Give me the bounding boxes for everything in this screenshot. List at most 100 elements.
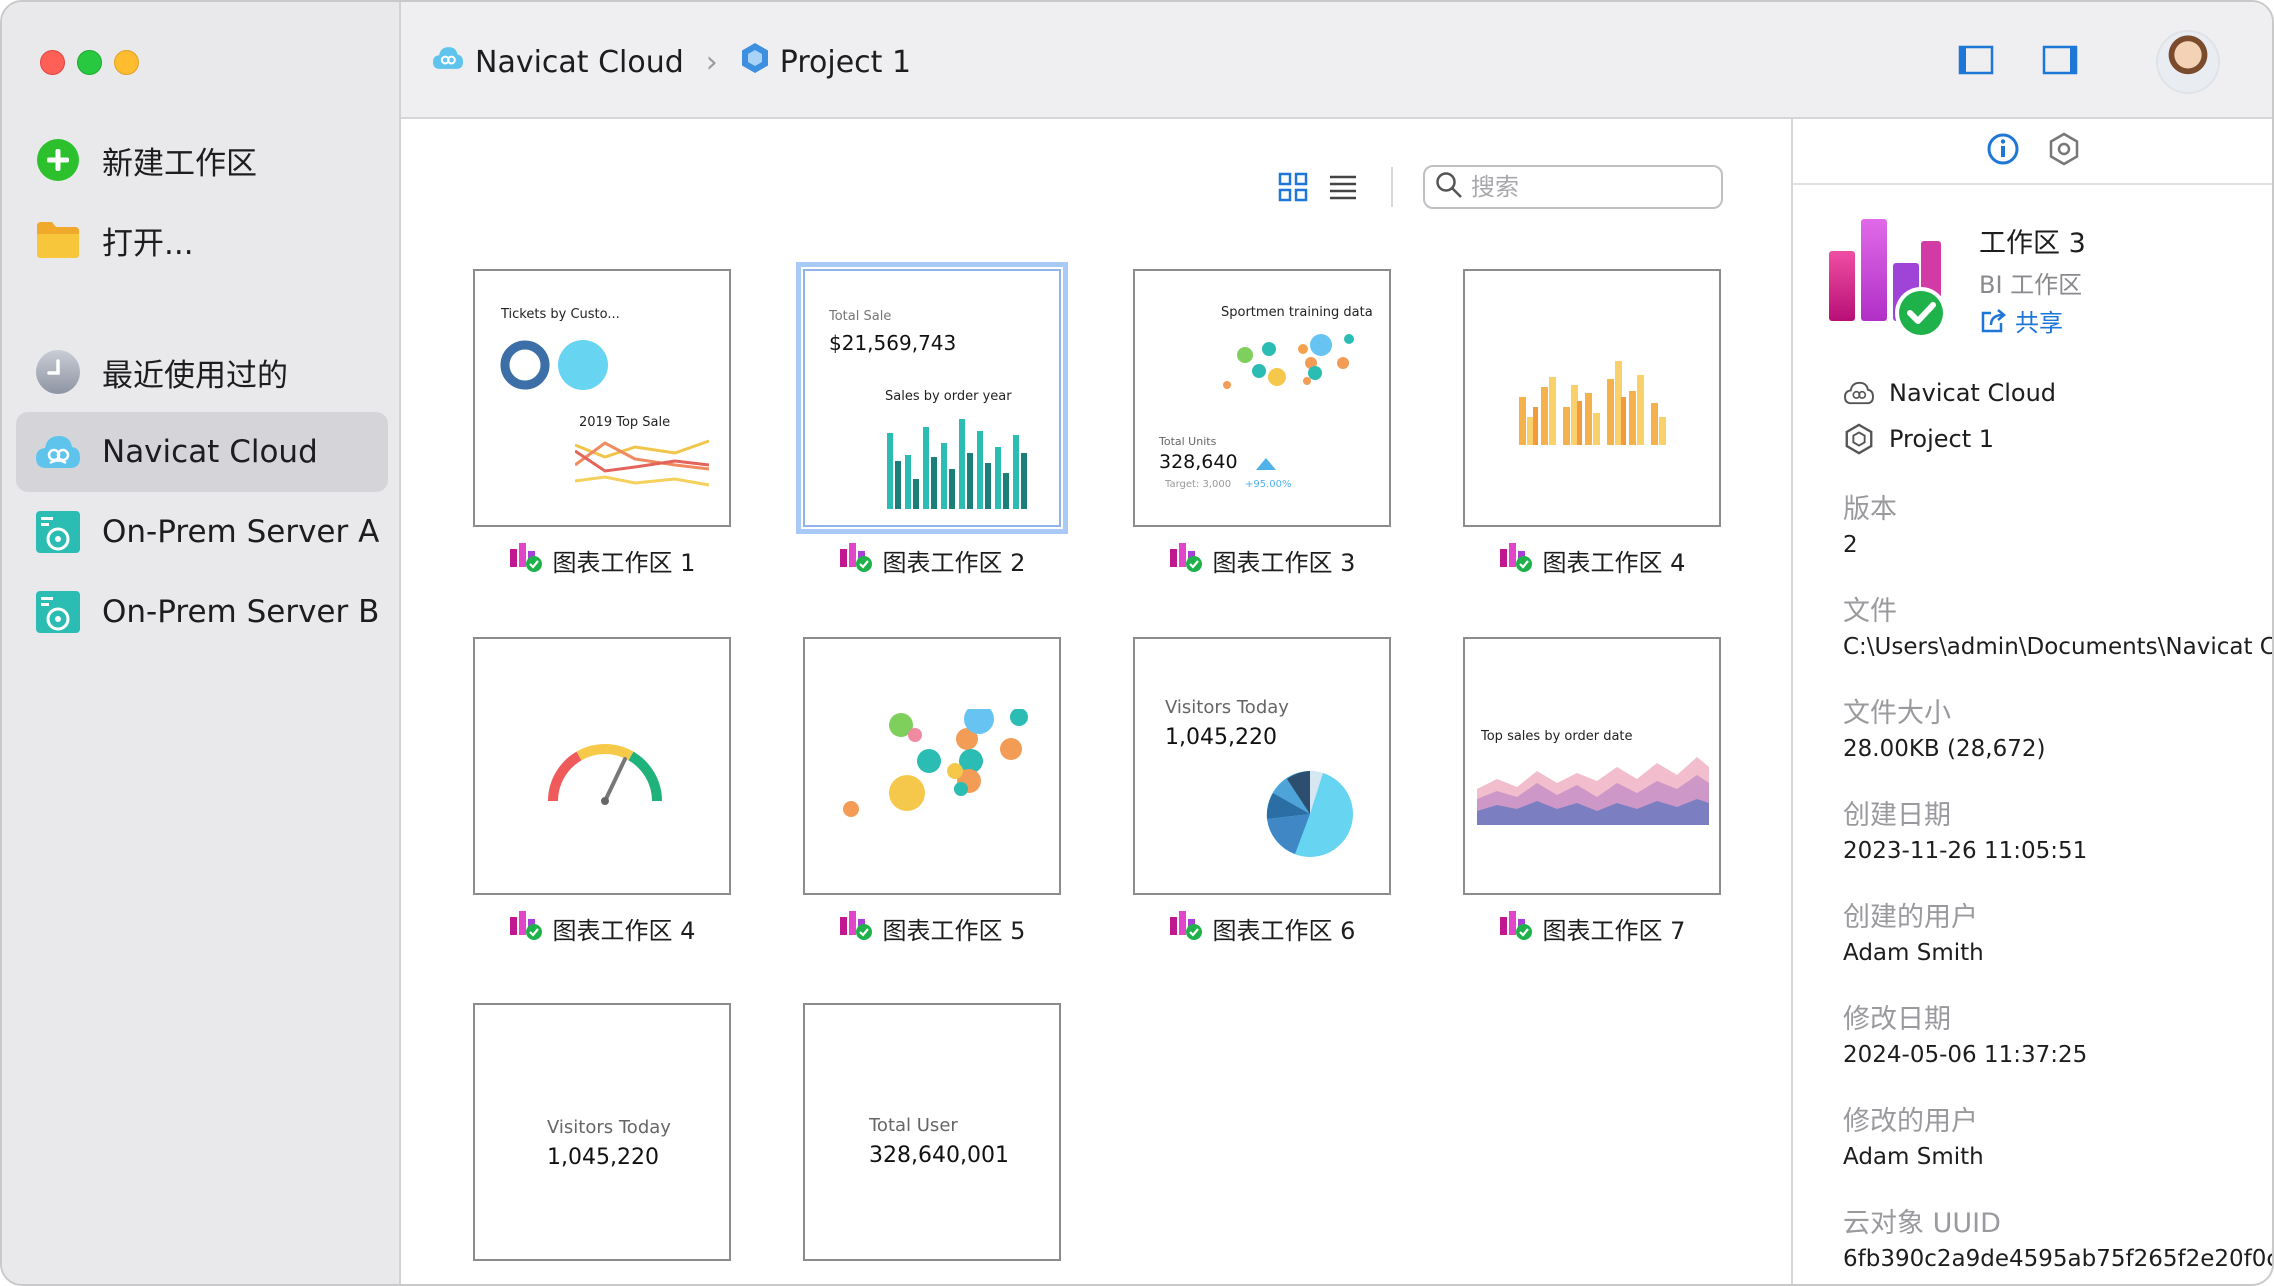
prop-label: 创建日期 [1843,800,1951,831]
cloud-icon [431,43,465,81]
bi-workspace-icon [839,909,873,947]
prop-value: 6fb390c2a9de4595ab75f265f2e20f0c [1843,1246,2274,1272]
top-icons [1958,30,2220,94]
thumb-title: Tickets by Custo... [501,307,620,322]
close-window-button[interactable] [40,50,65,75]
prop-value: C:\Users\admin\Documents\Navicat Ch [1843,634,2274,660]
location-project-label: Project 1 [1889,425,1995,453]
thumb-title: 2019 Top Sale [579,415,671,430]
hexagon-icon[interactable] [2048,132,2080,170]
thumb-label: Total Units [1159,435,1217,448]
zoom-window-button[interactable] [77,50,102,75]
info-icon[interactable] [1986,132,2020,170]
new-workspace-label: 新建工作区 [102,145,257,182]
open-button[interactable]: 打开... [16,200,388,280]
workspace-caption: 图表工作区 4 [473,909,731,947]
workspace-name: 图表工作区 5 [882,916,1026,945]
workspace-card[interactable]: 图表工作区 5 [803,637,1061,947]
app-window: 新建工作区 打开... 最近使用过的 Navicat Cloud On-Prem [0,0,2274,1286]
prop-modified-by: 修改的用户 Adam Smith [1843,1099,2272,1170]
workspace-card[interactable]: 图表工作区 4 [1463,269,1721,579]
bi-workspace-icon [839,541,873,579]
toggle-right-sidebar-icon[interactable] [2042,45,2078,79]
workspace-thumbnail: Sportmen training data Total Units 328,6… [1133,269,1391,527]
bi-workspace-large-icon [1825,215,1947,349]
prop-label: 文件大小 [1843,698,1951,729]
new-workspace-button[interactable]: 新建工作区 [16,120,388,200]
breadcrumb-project[interactable]: Project 1 [780,45,911,80]
share-link[interactable]: 共享 [1979,303,2063,338]
search-box[interactable] [1423,165,1723,209]
cloud-icon [34,428,82,476]
workspace-thumbnail: Visitors Today 1,045,220 [473,1003,731,1261]
recent-label: 最近使用过的 [102,357,288,394]
workspace-card[interactable]: Visitors Today 1,045,220 图表工作区 6 [1133,637,1391,947]
minimize-window-button[interactable] [114,50,139,75]
search-icon [1435,171,1463,203]
folder-icon [34,216,82,264]
workspace-caption: 图表工作区 4 [1463,541,1721,579]
thumb-value: $21,569,743 [829,331,957,355]
workspace-caption: 图表工作区 1 [473,541,731,579]
workspace-card[interactable]: Sportmen training data Total Units 328,6… [1133,269,1391,579]
sidebar-item-navicat-cloud[interactable]: Navicat Cloud [16,412,388,492]
workspace-card[interactable]: Total Sale $21,569,743 Sales by order ye… [796,262,1068,579]
prop-version: 版本 2 [1843,487,2272,558]
thumb-title: Sales by order year [885,389,1012,404]
workspace-name: 图表工作区 3 [1212,548,1356,577]
workspace-card[interactable]: Total User 328,640,001 [803,1003,1061,1261]
thumb-value: 328,640 [1159,451,1238,473]
sidebar-item-server-b[interactable]: On-Prem Server B [16,572,388,652]
thumb-value: 1,045,220 [1165,725,1277,750]
workspace-card[interactable]: 图表工作区 4 [473,637,731,947]
workspace-card[interactable]: Visitors Today 1,045,220 [473,1003,731,1261]
workspace-caption: 图表工作区 5 [803,909,1061,947]
info-panel: 工作区 3 BI 工作区 共享 Navicat Cloud Project 1 … [1791,119,2272,1284]
workspace-caption: 图表工作区 2 [803,541,1061,579]
sidebar: 新建工作区 打开... 最近使用过的 Navicat Cloud On-Prem [2,2,401,1284]
clock-icon [34,348,82,396]
prop-uuid: 云对象 UUID 6fb390c2a9de4595ab75f265f2e20f0… [1843,1201,2274,1272]
toggle-left-sidebar-icon[interactable] [1958,45,1994,79]
thumb-label: Visitors Today [547,1117,671,1138]
workspace-thumbnail: Tickets by Custo... 2019 Top Sale [473,269,731,527]
bi-workspace-icon [1499,541,1533,579]
workspace-grid-area: Tickets by Custo... 2019 Top Sale 图表工作区 … [401,119,1791,1284]
workspace-caption: 图表工作区 7 [1463,909,1721,947]
workspace-type: BI 工作区 [1979,271,2083,299]
prop-label: 版本 [1843,494,1897,525]
prop-modified-date: 修改日期 2024-05-06 11:37:25 [1843,997,2272,1068]
workspace-thumbnail: Total User 328,640,001 [803,1003,1061,1261]
prop-value: 2 [1843,532,1858,558]
thumb-label: Visitors Today [1165,697,1289,718]
breadcrumb-root[interactable]: Navicat Cloud [475,45,684,80]
list-view-icon[interactable] [1325,169,1361,205]
prop-label: 文件 [1843,596,1897,627]
workspace-thumbnail: Visitors Today 1,045,220 [1133,637,1391,895]
grid-view-icon[interactable] [1275,169,1311,205]
location-cloud-label: Navicat Cloud [1889,379,2057,407]
server-icon [34,508,82,556]
search-input[interactable] [1471,173,1711,201]
workspace-name: 图表工作区 1 [552,548,696,577]
location-cloud: Navicat Cloud [1843,379,2056,407]
sidebar-item-server-a[interactable]: On-Prem Server A [16,492,388,572]
prop-label: 修改日期 [1843,1004,1951,1035]
recent-item[interactable]: 最近使用过的 [16,332,388,412]
breadcrumb: Navicat Cloud › Project 1 [431,42,911,82]
project-icon [740,42,770,82]
thumb-delta: +95.00% [1245,479,1292,490]
thumb-label: Total User [869,1115,958,1136]
share-label: 共享 [2015,309,2063,337]
prop-value: Adam Smith [1843,940,1984,966]
workspace-thumbnail [1463,269,1721,527]
thumb-value: 328,640,001 [869,1143,1009,1168]
user-avatar[interactable] [2156,30,2220,94]
workspace-name: 图表工作区 7 [1542,916,1686,945]
share-icon [1981,308,2006,332]
bi-workspace-icon [509,909,543,947]
cloud-outline-icon [1844,381,1874,405]
workspace-thumbnail [473,637,731,895]
workspace-card[interactable]: Top sales by order date 图表工作区 7 [1463,637,1721,947]
workspace-card[interactable]: Tickets by Custo... 2019 Top Sale 图表工作区 … [473,269,731,579]
